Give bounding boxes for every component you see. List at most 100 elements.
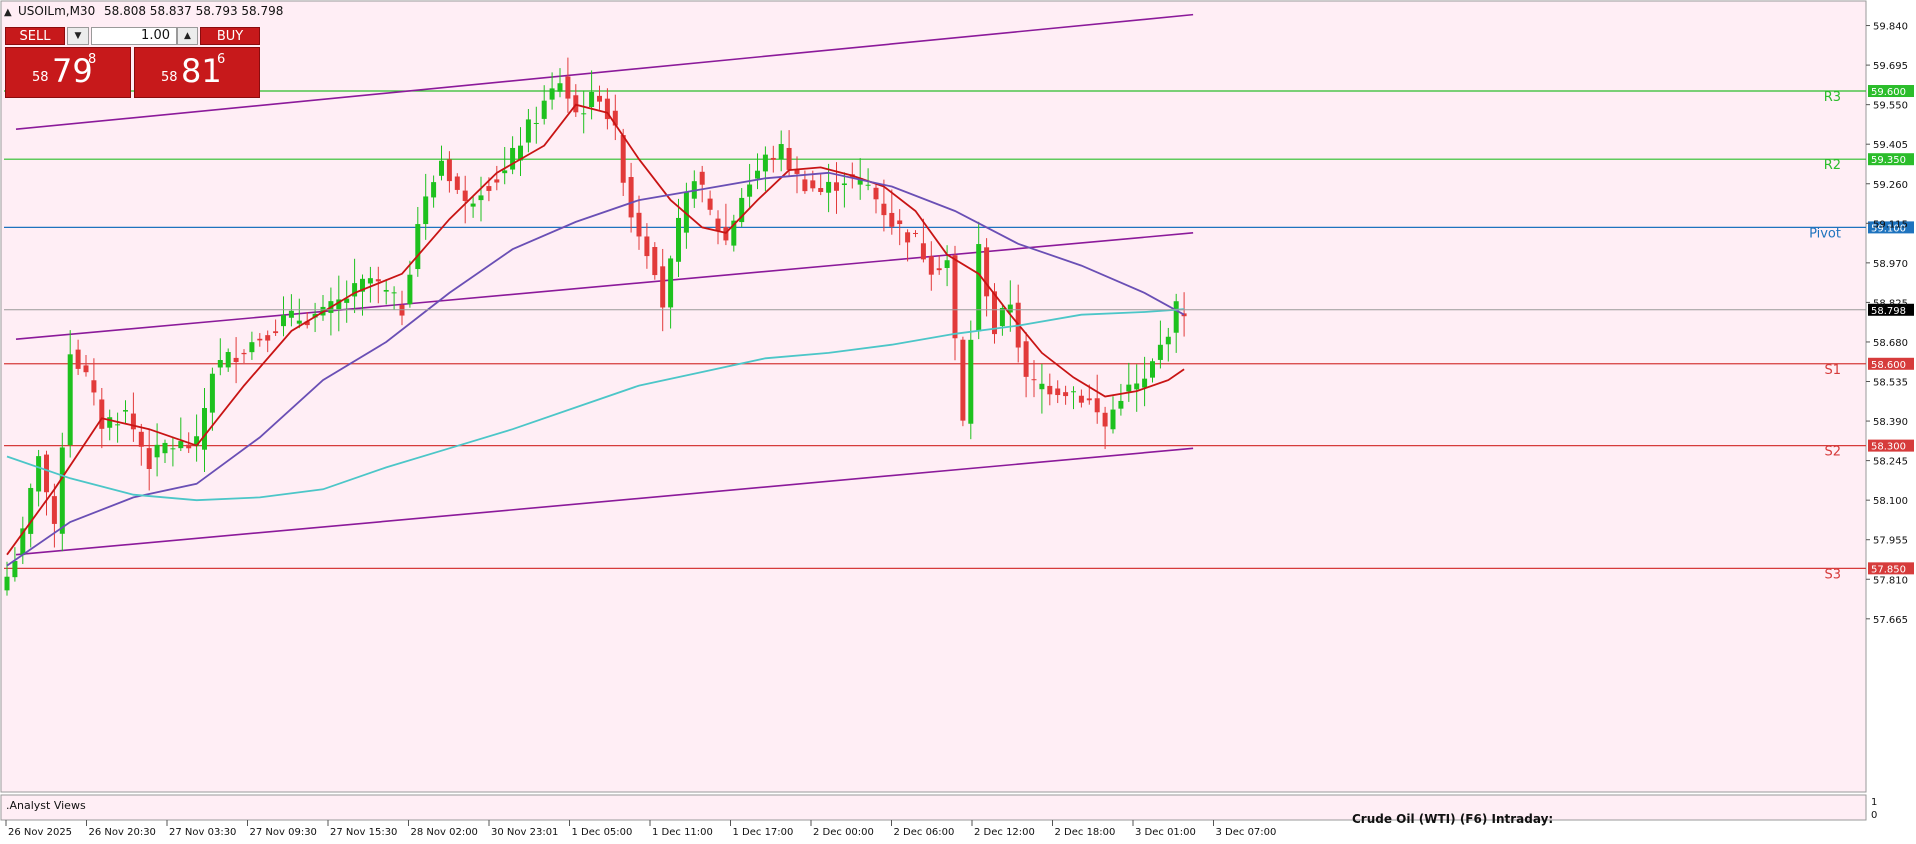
candle-bull bbox=[281, 315, 286, 327]
x-tick-label: 27 Nov 09:30 bbox=[250, 827, 317, 838]
candle-bull bbox=[999, 307, 1005, 327]
level-price-label: 57.850 bbox=[1871, 564, 1906, 575]
candle-bear bbox=[699, 171, 705, 185]
symbol-label: USOILm,M30 bbox=[18, 4, 95, 18]
candle-bear bbox=[462, 190, 468, 201]
sell-price-fraction: 8 bbox=[88, 52, 97, 67]
candle-bear bbox=[146, 448, 152, 470]
candle-bear bbox=[1102, 412, 1108, 427]
x-tick-label: 26 Nov 2025 bbox=[8, 827, 72, 838]
indicator-scale-top: 1 bbox=[1871, 797, 1877, 808]
triangle-up-icon[interactable]: ▲ bbox=[4, 7, 12, 18]
price-plot-area[interactable] bbox=[0, 0, 1867, 793]
candle-bear bbox=[399, 304, 405, 316]
buy-button[interactable]: BUY bbox=[200, 27, 260, 45]
x-tick-label: 1 Dec 05:00 bbox=[572, 827, 633, 838]
buy-price-prefix: 58 bbox=[161, 70, 178, 85]
y-tick-label: 59.405 bbox=[1873, 140, 1908, 151]
candle-bull bbox=[296, 320, 302, 324]
candle-bear bbox=[44, 454, 49, 493]
buy-price-pips: 81 bbox=[181, 52, 222, 90]
y-tick-label: 58.680 bbox=[1873, 338, 1908, 349]
candle-bear bbox=[1031, 379, 1037, 381]
candle-bull bbox=[478, 195, 484, 201]
candle-bear bbox=[881, 203, 887, 216]
candle-bear bbox=[636, 212, 642, 237]
candle-bull bbox=[1039, 383, 1045, 390]
candle-bear bbox=[1078, 395, 1084, 403]
candle-bear bbox=[446, 159, 452, 182]
price-scale[interactable] bbox=[1867, 1, 1915, 820]
level-name-r2: R2 bbox=[1824, 158, 1841, 173]
candle-bear bbox=[1023, 341, 1029, 377]
indicator-scale-bottom: 0 bbox=[1871, 810, 1877, 821]
sell-price-button[interactable]: 58 79 8 bbox=[5, 47, 131, 98]
candle-bear bbox=[928, 256, 934, 275]
buy-price-button[interactable]: 58 81 6 bbox=[134, 47, 260, 98]
x-tick-label: 1 Dec 11:00 bbox=[652, 827, 713, 838]
ohlc-values: 58.808 58.837 58.793 58.798 bbox=[104, 4, 283, 18]
candle-bear bbox=[375, 279, 381, 282]
candle-bear bbox=[628, 177, 634, 218]
candle-bull bbox=[67, 354, 73, 446]
candle-bear bbox=[233, 357, 239, 363]
sell-button[interactable]: SELL bbox=[5, 27, 65, 45]
candle-bull bbox=[162, 442, 168, 454]
buy-price-fraction: 6 bbox=[217, 52, 226, 67]
candle-bull bbox=[841, 183, 847, 186]
candle-bear bbox=[51, 496, 57, 524]
candle-bull bbox=[747, 184, 753, 197]
candle-bull bbox=[1173, 301, 1179, 333]
level-name-s3: S3 bbox=[1824, 567, 1841, 582]
level-name-s2: S2 bbox=[1824, 445, 1841, 460]
y-tick-label: 59.550 bbox=[1873, 101, 1908, 112]
candle-bull bbox=[1134, 383, 1140, 390]
candle-bull bbox=[1118, 400, 1124, 409]
candle-bear bbox=[1047, 385, 1053, 395]
candle-bear bbox=[770, 157, 776, 160]
indicator-plot-area[interactable] bbox=[0, 794, 1867, 821]
candle-bull bbox=[1157, 344, 1163, 360]
x-tick-label: 27 Nov 03:30 bbox=[169, 827, 236, 838]
candle-bull bbox=[407, 274, 413, 305]
candle-bear bbox=[652, 247, 658, 276]
candle-bear bbox=[960, 339, 966, 421]
y-tick-label: 58.245 bbox=[1873, 457, 1908, 468]
candle-bull bbox=[367, 278, 373, 284]
indicator-label: .Analyst Views bbox=[6, 799, 86, 812]
candle-bear bbox=[494, 179, 500, 183]
candle-bull bbox=[202, 408, 207, 450]
y-tick-label: 57.665 bbox=[1873, 615, 1908, 626]
candle-bear bbox=[660, 266, 666, 308]
candle-bull bbox=[4, 576, 10, 591]
candle-bear bbox=[454, 176, 460, 190]
y-tick-label: 59.115 bbox=[1873, 219, 1908, 230]
candle-bear bbox=[597, 95, 602, 102]
candle-bear bbox=[91, 380, 97, 393]
candle-bull bbox=[1150, 361, 1155, 378]
candle-bear bbox=[565, 76, 571, 99]
candle-bear bbox=[818, 188, 824, 192]
candle-bull bbox=[826, 181, 832, 193]
price-chart[interactable]: R3 59.600R2 59.350Pivot 59.100S1 58.600S2 58.… bbox=[0, 0, 1916, 840]
candle-bear bbox=[707, 198, 713, 210]
candle-bear bbox=[130, 413, 136, 430]
candle-bull bbox=[944, 260, 950, 268]
candle-bear bbox=[241, 352, 247, 355]
x-tick-label: 27 Nov 15:30 bbox=[330, 827, 397, 838]
lot-increase-icon[interactable]: ▲ bbox=[177, 27, 198, 45]
candle-bull bbox=[549, 88, 555, 100]
candle-bull bbox=[1071, 391, 1076, 393]
y-tick-label: 57.955 bbox=[1873, 536, 1908, 547]
lot-size-input[interactable]: 1.00 bbox=[91, 27, 177, 45]
indicator-title: Crude Oil (WTI) (F6) Intraday: bbox=[1352, 812, 1553, 826]
candle-bull bbox=[225, 352, 231, 368]
candle-bear bbox=[75, 349, 81, 369]
x-tick-label: 28 Nov 02:00 bbox=[411, 827, 478, 838]
candle-bull bbox=[12, 560, 18, 578]
candle-bear bbox=[1063, 392, 1069, 397]
candle-bull bbox=[778, 144, 784, 160]
lot-dropdown-icon[interactable]: ▼ bbox=[67, 27, 89, 45]
y-tick-label: 59.695 bbox=[1873, 61, 1908, 72]
candle-bull bbox=[123, 410, 128, 412]
